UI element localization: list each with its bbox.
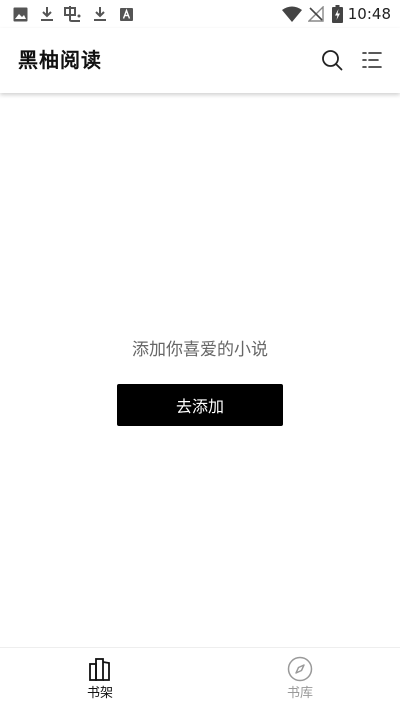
app-store-icon <box>119 5 133 23</box>
wifi-icon <box>282 5 302 23</box>
app-bar: 黑柚阅读 <box>0 28 400 93</box>
bookshelf-icon <box>87 656 113 682</box>
status-time: 10:48 <box>347 5 391 23</box>
nav-label-library: 书库 <box>286 686 313 701</box>
app-title: 黑柚阅读 <box>18 48 102 72</box>
status-bar: 10:48 <box>0 0 400 28</box>
menu-icon <box>361 51 383 69</box>
nav-label-bookshelf: 书架 <box>86 686 113 701</box>
battery-charging-icon <box>331 5 343 23</box>
app-screen: 10:48 黑柚阅读 添加你喜爱的小说 去添加 书架 书库 <box>0 0 400 711</box>
empty-state-message: 添加你喜爱的小说 <box>132 340 268 360</box>
bottom-nav: 书架 书库 <box>0 647 400 711</box>
search-icon <box>321 49 343 71</box>
nav-item-library[interactable]: 书库 <box>200 648 400 711</box>
menu-button[interactable] <box>358 46 386 74</box>
download-icon <box>92 5 108 23</box>
download-icon <box>39 5 55 23</box>
nav-item-bookshelf[interactable]: 书架 <box>0 648 200 711</box>
app-icon <box>63 5 83 23</box>
compass-icon <box>287 656 313 682</box>
no-signal-icon <box>308 5 324 23</box>
add-novel-button[interactable]: 去添加 <box>117 384 283 426</box>
image-icon <box>12 5 28 23</box>
search-button[interactable] <box>318 46 346 74</box>
